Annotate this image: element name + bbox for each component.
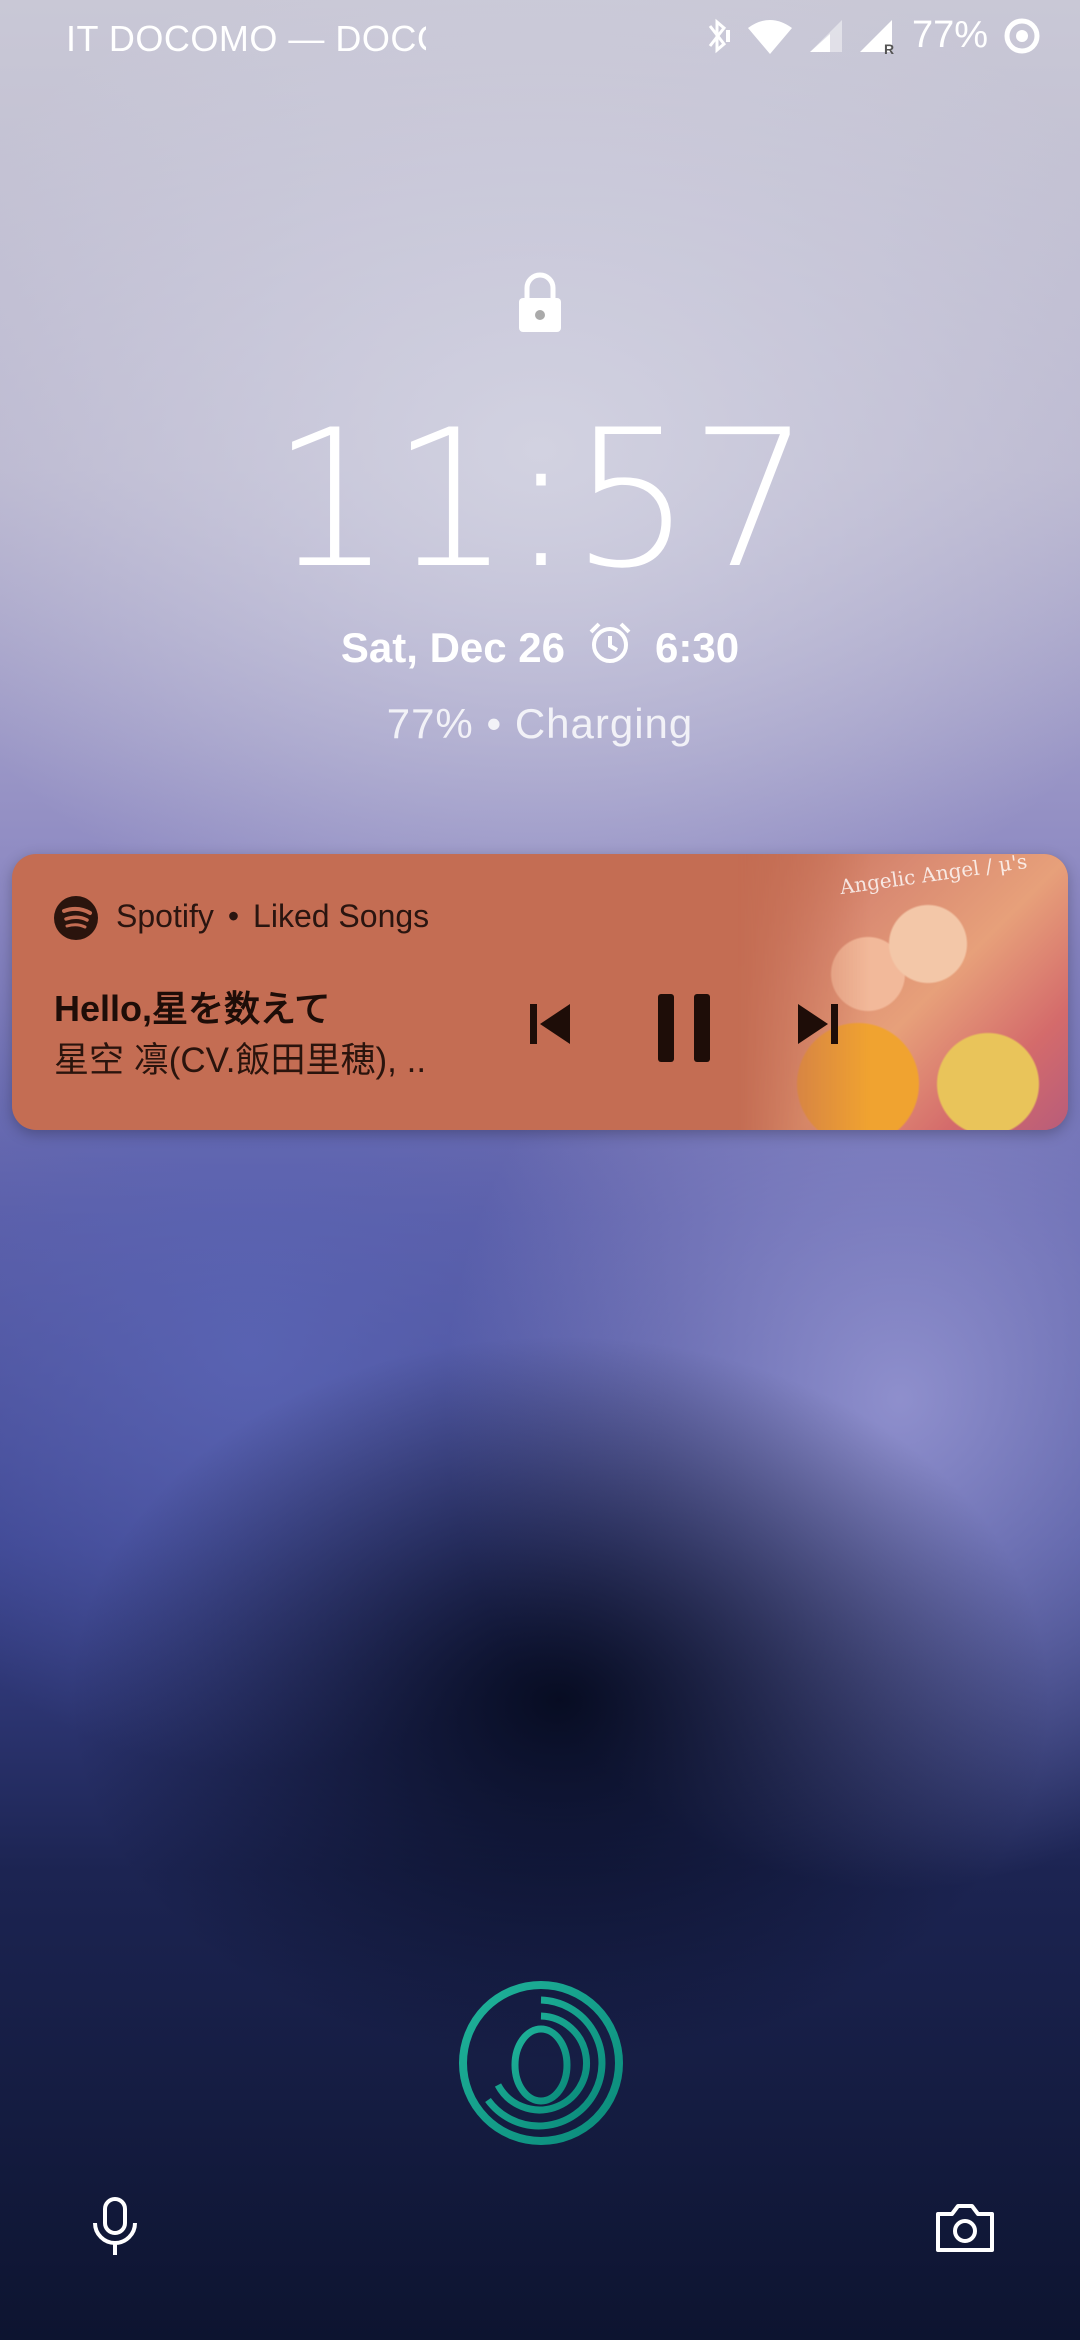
media-notification[interactable]: Angelic Angel / μ's Spotify • Liked Song… bbox=[12, 854, 1068, 1130]
album-art bbox=[738, 854, 1068, 1130]
signal-icon bbox=[808, 16, 844, 56]
previous-button[interactable] bbox=[524, 994, 576, 1059]
fingerprint-icon[interactable] bbox=[458, 1980, 624, 2151]
lock-clock: 11:57 bbox=[271, 389, 811, 610]
bluetooth-icon bbox=[702, 16, 732, 56]
status-bar: IT DOCOMO — DOCC R 77% bbox=[0, 0, 1080, 80]
battery-saver-icon bbox=[1002, 16, 1042, 56]
battery-percent: 77% bbox=[911, 14, 988, 56]
alarm-time: 6:30 bbox=[655, 624, 740, 671]
charging-status: 77% • Charging bbox=[386, 700, 694, 747]
next-icon bbox=[798, 1004, 838, 1044]
alarm-icon bbox=[587, 620, 633, 676]
spotify-icon bbox=[54, 896, 98, 945]
song-title: Hello,星を数えて bbox=[54, 988, 331, 1029]
camera-icon[interactable] bbox=[934, 2200, 996, 2259]
header-separator: • bbox=[227, 898, 240, 934]
voice-assistant-icon[interactable] bbox=[88, 2195, 142, 2264]
date-alarm-row: Sat, Dec 26 6:30 bbox=[0, 620, 1080, 676]
signal-roaming-icon: R bbox=[858, 16, 898, 56]
previous-icon bbox=[530, 1004, 570, 1044]
status-icons: R 77% bbox=[702, 14, 1042, 57]
svg-text:R: R bbox=[884, 41, 894, 56]
wifi-icon bbox=[746, 16, 794, 56]
app-name: Spotify bbox=[116, 898, 214, 934]
pause-button[interactable] bbox=[650, 990, 720, 1071]
date-label: Sat, Dec 26 bbox=[340, 624, 566, 671]
notification-header: Spotify • Liked Songs bbox=[116, 898, 429, 935]
playlist-context: Liked Songs bbox=[253, 898, 430, 934]
song-artist: 星空 凛(CV.飯田里穂), .. bbox=[54, 1041, 427, 1080]
pause-icon bbox=[658, 994, 710, 1062]
lock-icon bbox=[515, 272, 565, 339]
carrier-name: IT DOCOMO — DOCC bbox=[66, 18, 426, 59]
next-button[interactable] bbox=[792, 994, 844, 1059]
